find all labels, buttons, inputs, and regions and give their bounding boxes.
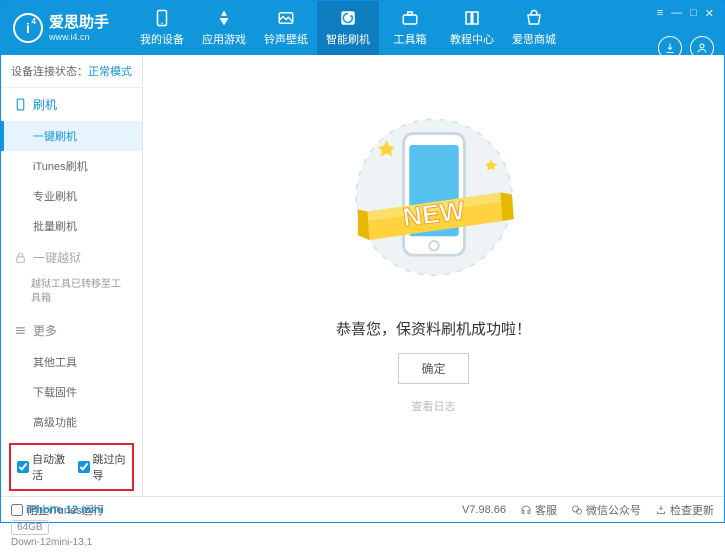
sidebar-head-label: 一键越狱 xyxy=(33,249,81,266)
check-update-link[interactable]: 检查更新 xyxy=(655,502,714,518)
main-content: NEW 恭喜您，保资料刷机成功啦！ 确定 查看日志 xyxy=(143,55,724,496)
book-icon xyxy=(462,9,482,27)
nav-tutorials[interactable]: 教程中心 xyxy=(441,1,503,55)
connection-status: 设备连接状态：正常模式 xyxy=(1,55,142,88)
jailbreak-note: 越狱工具已转移至工具箱 xyxy=(31,278,130,306)
checkbox-label: 自动激活 xyxy=(32,451,66,483)
sidebar-item-other-tools[interactable]: 其他工具 xyxy=(1,347,142,377)
wallpaper-icon xyxy=(276,9,296,27)
sidebar-head-more[interactable]: 更多 xyxy=(1,314,142,347)
view-log-link[interactable]: 查看日志 xyxy=(412,398,456,414)
update-icon xyxy=(655,504,667,516)
nav-label: 工具箱 xyxy=(394,31,427,47)
device-firmware: Down-12mini-13,1 xyxy=(11,537,132,548)
wechat-icon xyxy=(571,504,583,516)
download-icon xyxy=(664,42,676,54)
close-icon[interactable]: ✕ xyxy=(705,7,714,20)
user-icon xyxy=(696,42,708,54)
sidebar-item-itunes-flash[interactable]: iTunes刷机 xyxy=(1,151,142,181)
minimize-icon[interactable]: — xyxy=(671,7,682,20)
conn-label: 设备连接状态： xyxy=(11,66,88,78)
toolbox-icon xyxy=(400,9,420,27)
nav-label: 我的设备 xyxy=(140,31,184,47)
success-text: 恭喜您，保资料刷机成功啦！ xyxy=(336,318,531,339)
nav-apps-games[interactable]: 应用游戏 xyxy=(193,1,255,55)
checkbox-input[interactable] xyxy=(78,461,90,473)
checkbox-label: 跳过向导 xyxy=(93,451,127,483)
menu-icon[interactable]: ≡ xyxy=(657,7,663,20)
sidebar: 设备连接状态：正常模式 刷机 一键刷机 iTunes刷机 专业刷机 批量刷机 一… xyxy=(1,55,143,496)
app-window: i4 爱思助手 www.i4.cn 我的设备 应用游戏 铃声壁纸 智能刷 xyxy=(0,0,725,523)
phone-icon xyxy=(152,9,172,27)
nav-label: 铃声壁纸 xyxy=(264,31,308,47)
device-storage-badge: 64GB xyxy=(11,520,49,535)
ok-button[interactable]: 确定 xyxy=(398,353,468,384)
sidebar-item-advanced[interactable]: 高级功能 xyxy=(1,407,142,437)
wechat-link[interactable]: 微信公众号 xyxy=(571,502,641,518)
checkbox-block-itunes[interactable]: 阻止iTunes运行 xyxy=(11,502,104,518)
version-label: V7.98.66 xyxy=(462,504,506,516)
headset-icon xyxy=(520,504,532,516)
apps-icon xyxy=(214,9,234,27)
nav-store[interactable]: 爱思商城 xyxy=(503,1,565,55)
footer: 阻止iTunes运行 V7.98.66 客服 微信公众号 检查更新 xyxy=(1,496,724,522)
nav-ringtone-wallpaper[interactable]: 铃声壁纸 xyxy=(255,1,317,55)
more-icon xyxy=(13,324,27,338)
nav-label: 应用游戏 xyxy=(202,31,246,47)
brand-url: www.i4.cn xyxy=(49,32,109,43)
sidebar-head-label: 更多 xyxy=(33,322,57,339)
maximize-icon[interactable]: □ xyxy=(690,7,697,20)
customer-service-link[interactable]: 客服 xyxy=(520,502,557,518)
checkbox-skip-guide[interactable]: 跳过向导 xyxy=(78,451,127,483)
sidebar-item-oneclick-flash[interactable]: 一键刷机 xyxy=(1,121,142,151)
store-icon xyxy=(524,9,544,27)
titlebar: i4 爱思助手 www.i4.cn 我的设备 应用游戏 铃声壁纸 智能刷 xyxy=(1,1,724,55)
refresh-icon xyxy=(338,9,358,27)
sidebar-item-pro-flash[interactable]: 专业刷机 xyxy=(1,181,142,211)
nav: 我的设备 应用游戏 铃声壁纸 智能刷机 工具箱 教程中心 xyxy=(131,1,657,55)
titlebar-right: ≡ — □ ✕ xyxy=(657,1,724,55)
checkbox-input[interactable] xyxy=(11,504,23,516)
sidebar-head-label: 刷机 xyxy=(33,96,57,113)
options-box: 自动激活 跳过向导 xyxy=(9,443,134,491)
body: 设备连接状态：正常模式 刷机 一键刷机 iTunes刷机 专业刷机 批量刷机 一… xyxy=(1,55,724,496)
sidebar-head-jailbreak: 一键越狱 xyxy=(1,241,142,274)
nav-my-device[interactable]: 我的设备 xyxy=(131,1,193,55)
checkbox-label: 阻止iTunes运行 xyxy=(27,502,104,518)
nav-label: 教程中心 xyxy=(450,31,494,47)
nav-toolbox[interactable]: 工具箱 xyxy=(379,1,441,55)
brand: i4 爱思助手 www.i4.cn xyxy=(1,1,131,55)
window-controls: ≡ — □ ✕ xyxy=(657,7,714,20)
nav-smart-flash[interactable]: 智能刷机 xyxy=(317,1,379,55)
sidebar-item-batch-flash[interactable]: 批量刷机 xyxy=(1,211,142,241)
checkbox-input[interactable] xyxy=(17,461,29,473)
sidebar-head-flash[interactable]: 刷机 xyxy=(1,88,142,121)
nav-label: 智能刷机 xyxy=(326,31,370,47)
conn-value: 正常模式 xyxy=(88,66,132,78)
brand-logo-icon: i4 xyxy=(13,13,43,43)
lock-icon xyxy=(13,251,27,265)
flash-icon xyxy=(13,98,27,112)
sidebar-item-download-firmware[interactable]: 下载固件 xyxy=(1,377,142,407)
checkbox-auto-activate[interactable]: 自动激活 xyxy=(17,451,66,483)
nav-label: 爱思商城 xyxy=(512,31,556,47)
success-illustration: NEW xyxy=(339,107,529,300)
brand-title: 爱思助手 xyxy=(49,14,109,32)
